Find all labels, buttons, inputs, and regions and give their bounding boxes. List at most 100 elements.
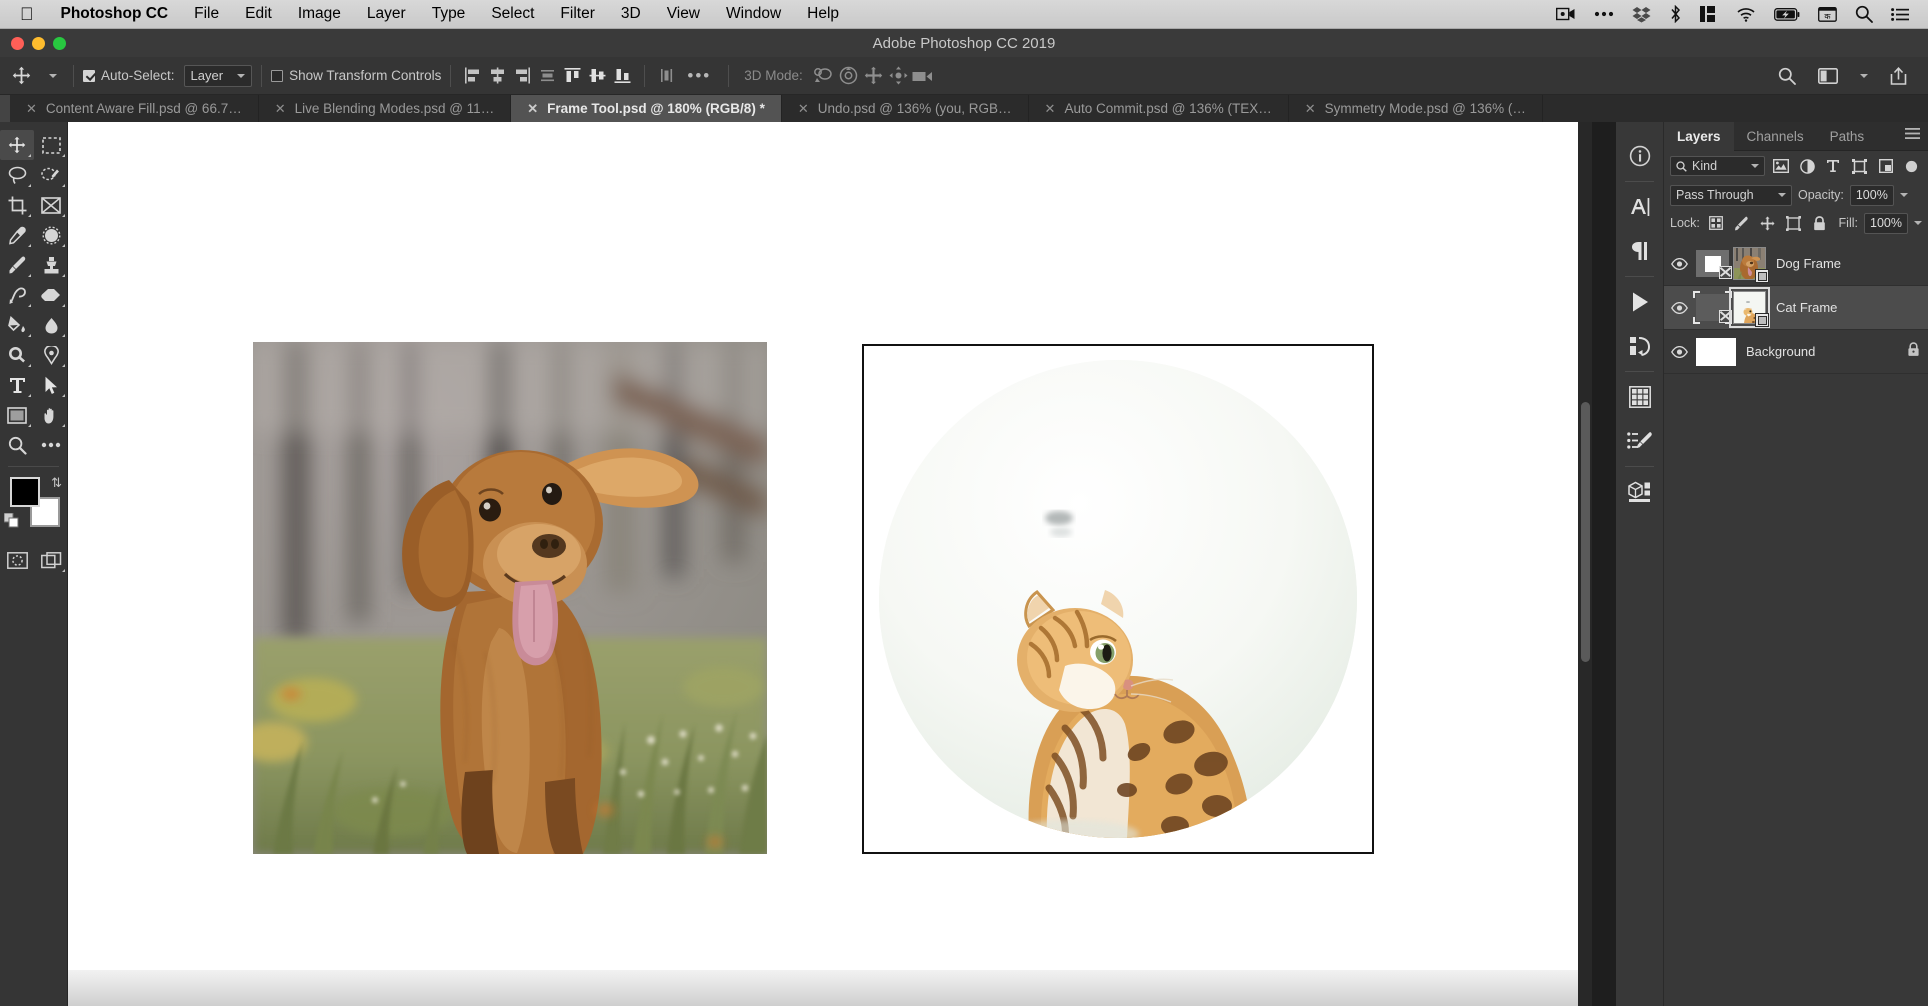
dodge-tool[interactable] — [0, 340, 34, 370]
workspace-chevron-icon[interactable] — [1849, 73, 1879, 78]
hand-tool[interactable] — [34, 400, 68, 430]
path-selection-tool[interactable] — [34, 370, 68, 400]
menu-layer[interactable]: Layer — [354, 5, 419, 23]
brush-settings-panel-icon[interactable] — [1616, 419, 1663, 463]
edit-toolbar-tool[interactable] — [34, 430, 68, 460]
menu-app-name[interactable]: Photoshop CC — [48, 5, 182, 23]
layer-image-thumbnail[interactable] — [1729, 287, 1770, 328]
blend-mode-dropdown[interactable]: Pass Through — [1670, 184, 1792, 206]
menu-file[interactable]: File — [181, 5, 232, 23]
tab-channels[interactable]: Channels — [1734, 122, 1817, 151]
close-icon[interactable]: ✕ — [527, 101, 538, 117]
tab-layers[interactable]: Layers — [1664, 121, 1734, 151]
screen-mode-icon[interactable] — [34, 545, 68, 575]
distribute-vertical-icon[interactable] — [654, 67, 679, 84]
layer-image-thumbnail[interactable] — [1733, 247, 1769, 283]
screen-record-icon[interactable] — [1547, 0, 1585, 29]
auto-select-checkbox[interactable] — [83, 69, 95, 82]
history-brush-tool[interactable] — [0, 280, 34, 310]
actions-panel-icon[interactable] — [1616, 280, 1663, 324]
layer-visibility-icon[interactable] — [1668, 257, 1690, 270]
spotlight-search-icon[interactable] — [1846, 0, 1882, 29]
align-left-edges-icon[interactable] — [460, 67, 485, 84]
info-panel-icon[interactable] — [1616, 134, 1663, 178]
layer-visibility-icon[interactable] — [1668, 345, 1690, 358]
filter-smart-object-icon[interactable] — [1876, 159, 1896, 173]
menu-3d[interactable]: 3D — [608, 5, 654, 23]
close-icon[interactable]: ✕ — [1305, 101, 1316, 117]
spot-healing-brush-tool[interactable] — [34, 220, 68, 250]
align-horizontal-centers-icon[interactable] — [485, 67, 510, 84]
quick-mask-icon[interactable] — [0, 545, 34, 575]
filter-shape-icon[interactable] — [1849, 158, 1869, 174]
tool-preset-chevron-icon[interactable] — [42, 73, 64, 78]
bluetooth-icon[interactable] — [1660, 0, 1691, 29]
close-icon[interactable]: ✕ — [275, 101, 286, 117]
artboard[interactable] — [68, 122, 1578, 970]
slide-3d-icon[interactable] — [886, 66, 911, 85]
align-top-edges-icon[interactable] — [560, 67, 585, 84]
move-tool-icon[interactable] — [0, 66, 42, 85]
dropbox-icon[interactable] — [1623, 0, 1660, 29]
rectangular-marquee-tool[interactable] — [34, 130, 68, 160]
display-grid-icon[interactable] — [1691, 0, 1727, 29]
foreground-color-swatch[interactable] — [10, 477, 40, 507]
layer-name[interactable]: Cat Frame — [1776, 300, 1837, 315]
dog-photo[interactable] — [253, 342, 767, 854]
lock-transparent-pixels-icon[interactable] — [1706, 216, 1726, 230]
close-icon[interactable]: ✕ — [1045, 101, 1056, 117]
drag-3d-icon[interactable] — [861, 66, 886, 85]
background-layer-thumbnail[interactable] — [1696, 337, 1736, 366]
roll-3d-icon[interactable] — [836, 66, 861, 85]
history-panel-icon[interactable] — [1616, 324, 1663, 368]
panel-menu-icon[interactable] — [1905, 127, 1928, 145]
frame-mask-thumbnail[interactable] — [1696, 250, 1732, 279]
input-source-icon[interactable]: क — [1809, 0, 1846, 29]
close-icon[interactable]: ✕ — [798, 101, 809, 117]
layer-row-background[interactable]: Background — [1664, 330, 1928, 374]
lock-artboard-nesting-icon[interactable] — [1784, 215, 1804, 231]
document-tab-live-blending-modes[interactable]: ✕ Live Blending Modes.psd @ 11… — [258, 95, 512, 122]
document-tab-content-aware-fill[interactable]: ✕ Content Aware Fill.psd @ 66.7… — [10, 95, 259, 122]
lock-image-pixels-icon[interactable] — [1732, 216, 1752, 231]
paragraph-panel-icon[interactable] — [1616, 229, 1663, 273]
eraser-tool[interactable] — [34, 280, 68, 310]
align-vertical-centers-icon[interactable] — [585, 67, 610, 84]
menu-help[interactable]: Help — [794, 5, 852, 23]
frame-tool[interactable] — [34, 190, 68, 220]
quick-selection-tool[interactable] — [34, 160, 68, 190]
document-tab-undo[interactable]: ✕ Undo.psd @ 136% (you, RGB… — [781, 95, 1029, 122]
canvas-vertical-scrollbar[interactable] — [1581, 402, 1590, 662]
fill-chevron-icon[interactable] — [1914, 221, 1922, 225]
distribute-horizontal-icon[interactable] — [535, 67, 560, 84]
lock-all-icon[interactable] — [1810, 215, 1830, 231]
layer-row-dog-frame[interactable]: Dog Frame — [1664, 242, 1928, 286]
workspace-icon[interactable] — [1807, 67, 1849, 84]
layer-row-cat-frame[interactable]: Cat Frame — [1664, 286, 1928, 330]
character-panel-icon[interactable] — [1616, 185, 1663, 229]
layer-name[interactable]: Dog Frame — [1776, 256, 1841, 271]
ellipsis-icon[interactable] — [1585, 0, 1623, 29]
apple-logo-icon[interactable]:  — [20, 5, 34, 23]
document-tab-frame-tool[interactable]: ✕ Frame Tool.psd @ 180% (RGB/8) * — [511, 95, 782, 122]
type-tool[interactable] — [0, 370, 34, 400]
auto-select-scope-dropdown[interactable]: Layer — [183, 64, 253, 87]
show-transform-controls-checkbox[interactable] — [271, 69, 284, 82]
lock-position-icon[interactable] — [1758, 216, 1778, 231]
align-bottom-edges-icon[interactable] — [610, 67, 635, 84]
frame-mask-thumbnail[interactable] — [1693, 291, 1732, 324]
rectangle-tool[interactable] — [0, 400, 34, 430]
wifi-icon[interactable] — [1727, 0, 1765, 29]
menu-select[interactable]: Select — [478, 5, 547, 23]
filter-adjustment-icon[interactable] — [1797, 158, 1817, 174]
more-align-options-button[interactable]: ••• — [679, 66, 719, 86]
3d-panel-icon[interactable] — [1616, 470, 1663, 514]
menu-view[interactable]: View — [654, 5, 713, 23]
swap-colors-icon[interactable]: ⇅ — [51, 475, 62, 491]
align-right-edges-icon[interactable] — [510, 67, 535, 84]
document-tab-auto-commit[interactable]: ✕ Auto Commit.psd @ 136% (TEX… — [1028, 95, 1289, 122]
close-icon[interactable]: ✕ — [26, 101, 37, 117]
crop-tool[interactable] — [0, 190, 34, 220]
scale-3d-camera-icon[interactable] — [911, 69, 936, 83]
menu-window[interactable]: Window — [713, 5, 794, 23]
